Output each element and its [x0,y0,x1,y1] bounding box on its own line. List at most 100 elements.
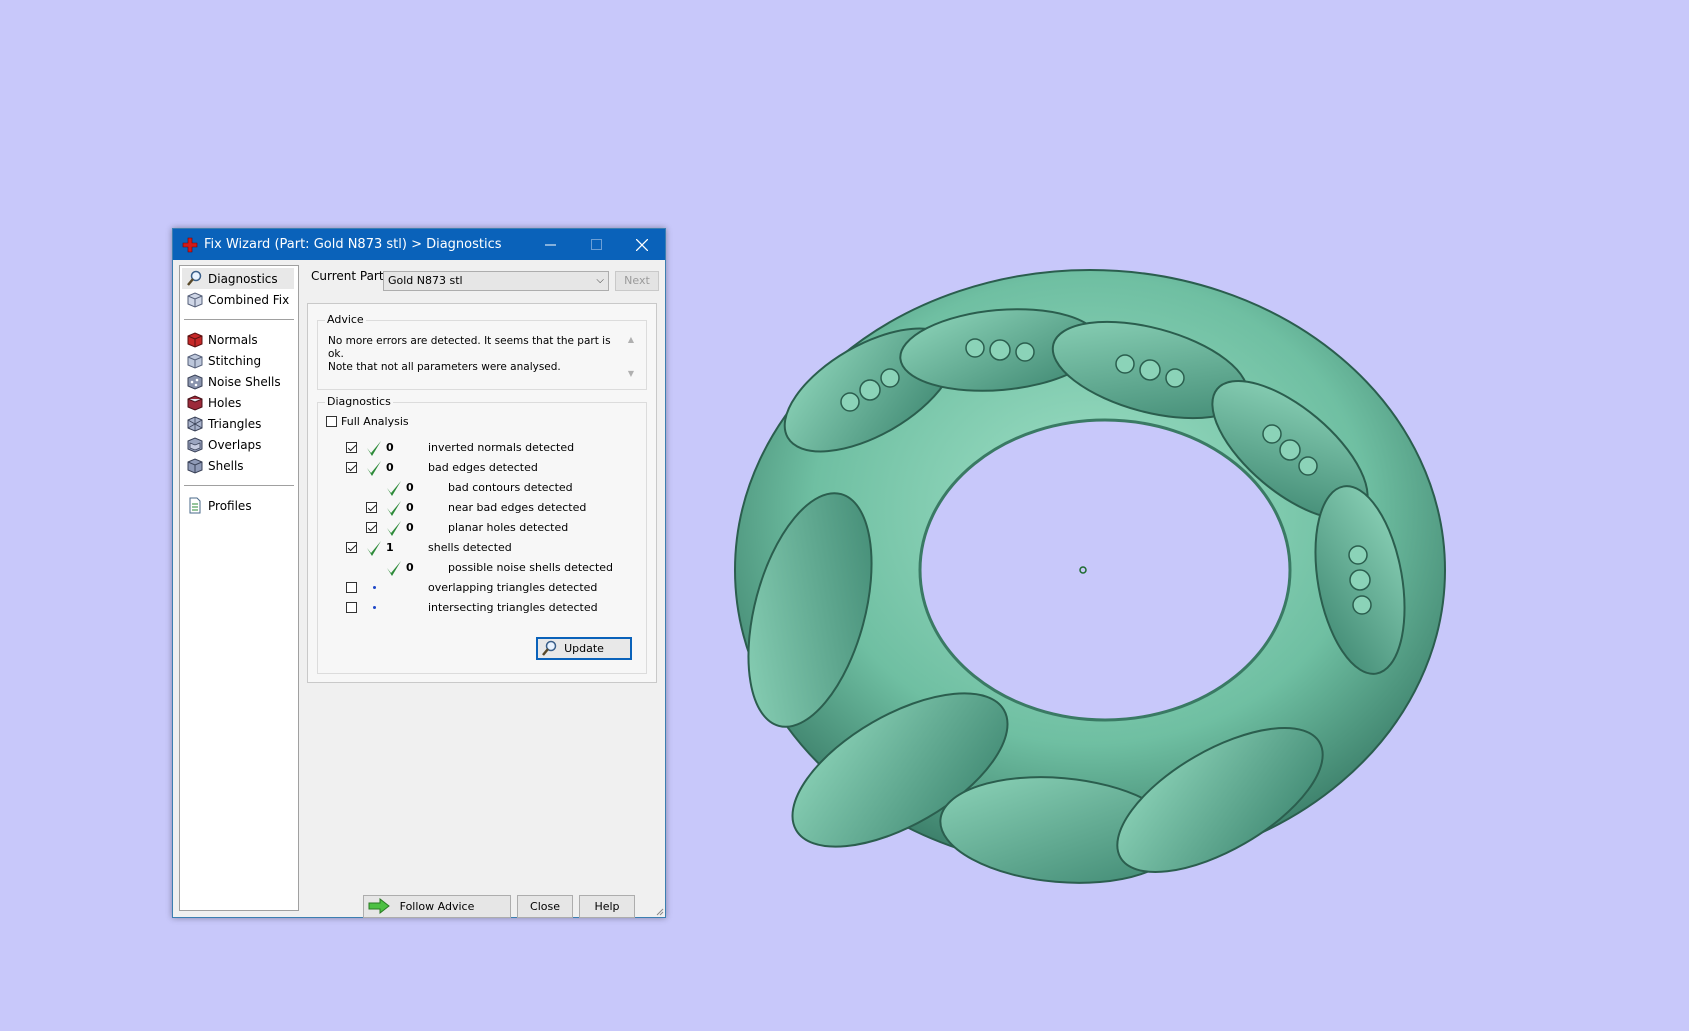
diagnostic-row: 0 inverted normals detected [318,439,638,457]
sidebar-item-shells[interactable]: Shells [180,455,298,476]
update-label: Update [564,642,604,655]
diagnostic-row: overlapping triangles detected [318,579,638,597]
follow-advice-button[interactable]: Follow Advice [363,895,511,918]
diagnostic-count: 0 [386,461,394,474]
sidebar-item-label: Profiles [208,498,252,513]
green-check-icon [387,481,401,496]
diagnostic-label: bad edges detected [428,461,538,474]
ring-hole [918,418,1292,722]
chevron-down-icon: ⌵ [596,275,604,286]
current-part-label: Current Part: [311,269,388,283]
title-bar[interactable]: Fix Wizard (Part: Gold N873 stl) > Diagn… [173,229,665,260]
advice-text: No more errors are detected. It seems th… [328,335,613,374]
full-analysis-checkbox[interactable] [326,416,337,427]
diagnostic-count: 0 [406,481,414,494]
arrow-right-icon [368,898,390,914]
diagnostic-count: 0 [406,561,414,574]
maximize-button[interactable] [573,229,619,260]
diagnostic-row: intersecting triangles detected [318,599,638,617]
close-window-button[interactable] [619,229,665,260]
help-button[interactable]: Help [579,895,635,918]
sidebar-item-label: Noise Shells [208,374,281,389]
cube-icon [187,292,203,308]
full-analysis-option[interactable]: Full Analysis [326,415,409,428]
sidebar-item-normals[interactable]: Normals [180,329,298,350]
stitching-cube-icon [187,353,203,369]
next-button[interactable]: Next [615,271,659,291]
full-analysis-label: Full Analysis [341,415,409,428]
sidebar-divider [184,319,294,320]
sidebar-item-diagnostics[interactable]: Diagnostics [182,268,294,289]
sidebar-item-label: Overlaps [208,437,262,452]
close-button[interactable]: Close [517,895,573,918]
sidebar-item-label: Stitching [208,353,262,368]
diagnostics-group: Diagnostics Full Analysis 0 inverted norm… [317,395,647,674]
diagnostic-label: shells detected [428,541,512,554]
diagnostic-label: inverted normals detected [428,441,575,454]
green-check-icon [367,441,381,456]
diagnostic-checkbox[interactable] [346,602,357,613]
minimize-button[interactable] [527,229,573,260]
sidebar-item-holes[interactable]: Holes [180,392,298,413]
fix-wizard-window: Fix Wizard (Part: Gold N873 stl) > Diagn… [172,228,666,918]
wizard-content: Current Part: Gold N873 stl ⌵ Next Advic… [303,265,659,918]
diagnostic-row: 0 bad edges detected [318,459,638,477]
sidebar-item-triangles[interactable]: Triangles [180,413,298,434]
sidebar-item-label: Combined Fix [208,292,290,307]
diagnostic-row: 0 planar holes detected [318,519,638,537]
magnifier-icon [187,270,202,286]
sidebar-item-overlaps[interactable]: Overlaps [180,434,298,455]
sidebar-item-combined-fix[interactable]: Combined Fix [180,289,298,310]
advice-scrollbar[interactable]: ▲ ▼ [624,333,638,381]
scroll-up-icon[interactable]: ▲ [624,333,638,347]
resize-grip-icon[interactable] [654,906,664,916]
advice-line: Note that not all parameters were analys… [328,361,561,373]
current-part-select[interactable]: Gold N873 stl ⌵ [383,271,609,291]
window-title: Fix Wizard (Part: Gold N873 stl) > Diagn… [204,237,502,252]
diagnostic-label: bad contours detected [448,481,573,494]
sidebar-item-noise-shells[interactable]: Noise Shells [180,371,298,392]
diagnostic-row: 1 shells detected [318,539,638,557]
diagnostic-checkbox[interactable] [346,462,357,473]
maximize-icon [590,239,602,250]
diagnostic-checkbox[interactable] [366,522,377,533]
diagnostics-panel: Advice No more errors are detected. It s… [307,303,657,683]
diagnostic-label: planar holes detected [448,521,569,534]
diagnostic-row: 0 possible noise shells detected [318,559,638,577]
shells-cube-icon [187,458,203,474]
diagnostic-checkbox[interactable] [346,582,357,593]
diagnostics-title: Diagnostics [325,395,393,408]
not-analysed-dot-icon [373,586,376,589]
update-button[interactable]: Update [536,637,632,660]
diagnostic-label: overlapping triangles detected [428,581,598,594]
document-icon [189,497,201,514]
sidebar-item-label: Shells [208,458,244,473]
triangles-cube-icon [187,416,203,432]
diagnostic-count: 0 [386,441,394,454]
sidebar-item-label: Diagnostics [208,271,278,286]
follow-advice-label: Follow Advice [399,900,475,913]
diagnostic-count: 1 [386,541,394,554]
not-analysed-dot-icon [373,606,376,609]
wizard-sidebar: Diagnostics Combined Fix Normals Stitchi… [179,265,299,911]
scroll-down-icon[interactable]: ▼ [624,367,638,381]
close-icon [636,238,648,251]
diagnostic-label: near bad edges detected [448,501,587,514]
diagnostic-checkbox[interactable] [366,502,377,513]
diagnostic-label: possible noise shells detected [448,561,614,574]
green-check-icon [387,501,401,516]
sidebar-item-profiles[interactable]: Profiles [180,495,298,516]
sidebar-item-stitching[interactable]: Stitching [180,350,298,371]
magnifier-icon [542,640,557,656]
minimize-icon [544,244,556,246]
normals-cube-icon [187,332,203,348]
diagnostic-checkbox[interactable] [346,442,357,453]
diagnostic-checkbox[interactable] [346,542,357,553]
holes-cube-icon [187,395,203,411]
sidebar-item-label: Triangles [208,416,262,431]
advice-group: Advice No more errors are detected. It s… [317,313,647,390]
green-check-icon [367,541,381,556]
ring-model[interactable] [700,240,1480,940]
diagnostic-row: 0 near bad edges detected [318,499,638,517]
overlaps-cube-icon [187,437,203,453]
